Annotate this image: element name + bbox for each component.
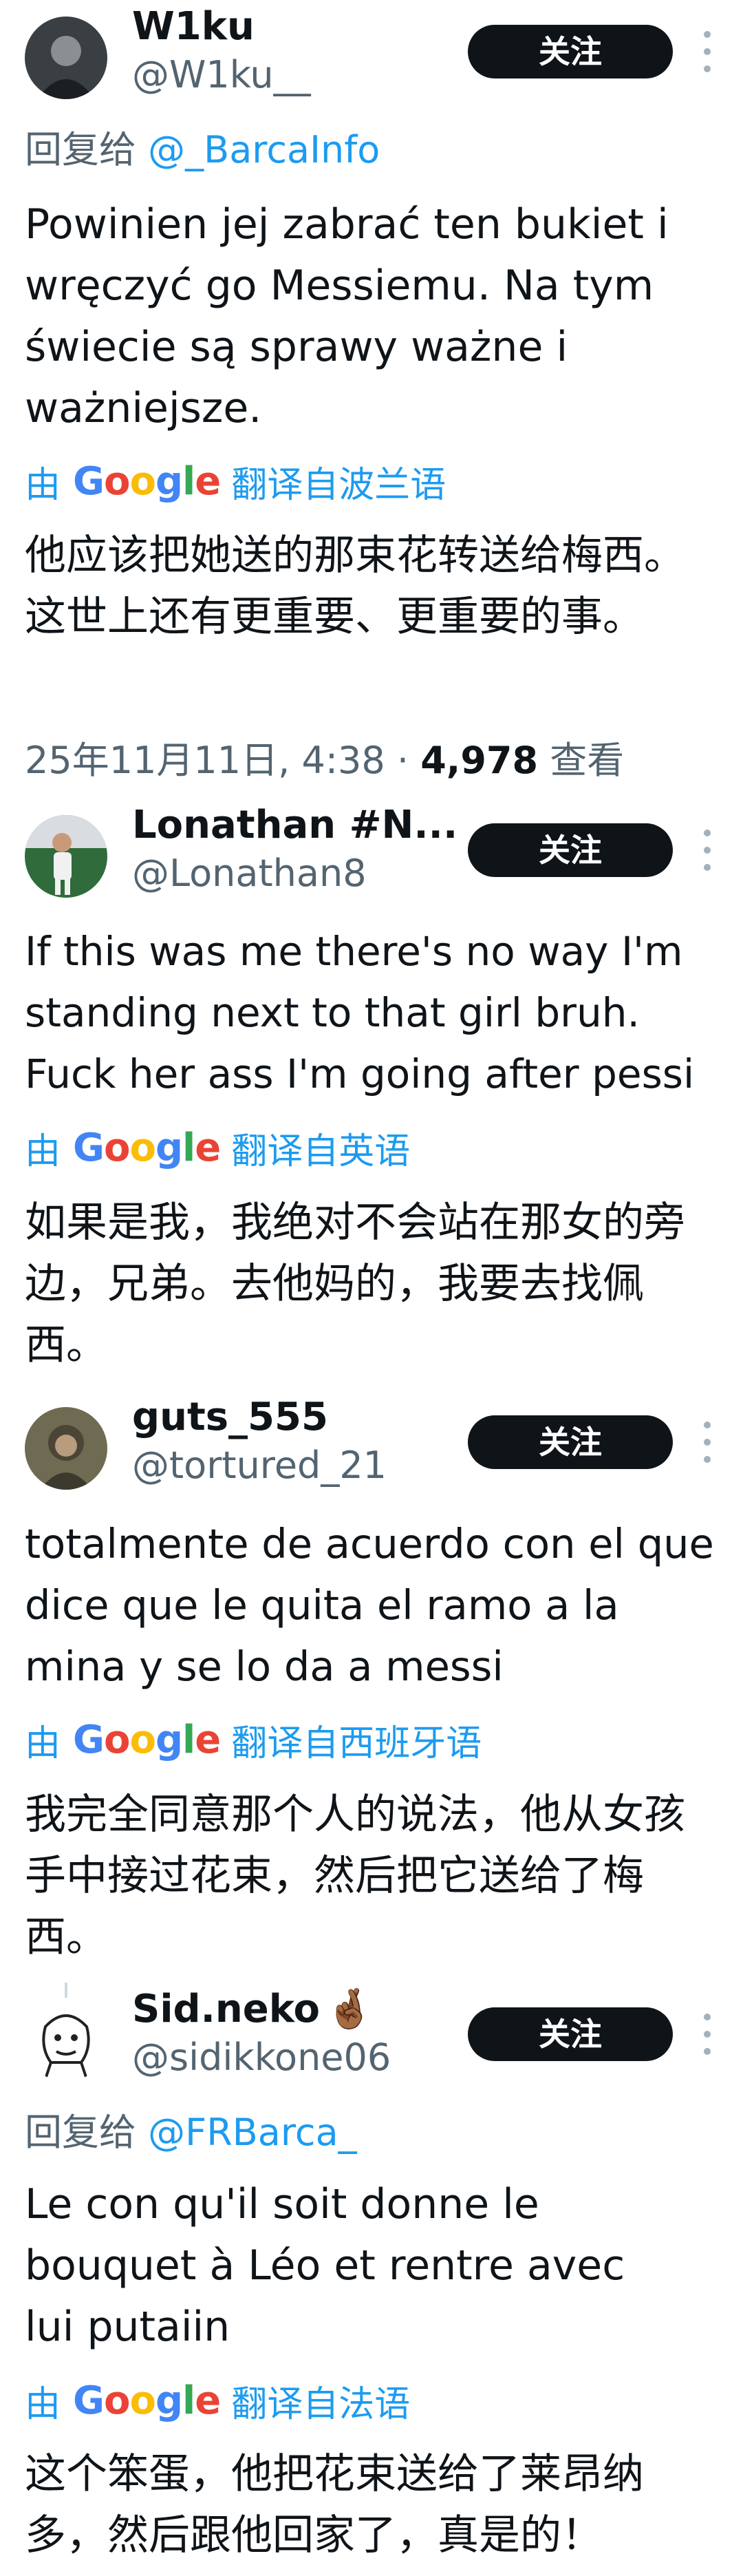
- tweet-guts555[interactable]: guts_555 @tortured_21 关注 totalmente de a…: [0, 1391, 743, 1983]
- meta-separator: ·: [385, 739, 421, 782]
- translated-from-label[interactable]: 翻译自法语: [231, 2375, 410, 2427]
- translated-text: 这个笨蛋，他把花束送给了莱昂纳多，然后跟他回家了，真是的！: [25, 2450, 644, 2559]
- tweet-lonathan[interactable]: Lonathan #N... @Lonathan8 关注 If this was…: [0, 799, 743, 1391]
- display-name[interactable]: guts_555: [132, 1393, 328, 1442]
- tweet-text: Powinien jej zabrać ten bukiet i wręczyć…: [25, 200, 669, 432]
- user-handle[interactable]: @Lonathan8: [132, 851, 367, 896]
- translation-attribution: 由 Google 翻译自波兰语: [25, 456, 446, 507]
- translated-text: 他应该把她送的那束花转送给梅西。这世上还有更重要、更重要的事。: [25, 531, 685, 641]
- follow-button[interactable]: 关注: [468, 823, 673, 877]
- google-logo: Google: [73, 1125, 221, 1170]
- google-logo: Google: [73, 2378, 221, 2423]
- more-vertical-icon[interactable]: [699, 830, 715, 871]
- translation-attribution: 由 Google 翻译自法语: [25, 2376, 410, 2425]
- more-vertical-icon[interactable]: [699, 31, 715, 72]
- tweet-text: If this was me there's no way I'm standi…: [25, 928, 695, 1097]
- reply-prefix: 回复给: [25, 2111, 136, 2154]
- translation-attribution: 由 Google 翻译自西班牙语: [25, 1715, 482, 1764]
- avatar[interactable]: [25, 1407, 107, 1490]
- display-name[interactable]: Lonathan #N...: [132, 801, 457, 849]
- translated-from-label[interactable]: 翻译自西班牙语: [231, 1714, 482, 1766]
- tweet-text: totalmente de acuerdo con el que dice qu…: [25, 1520, 714, 1690]
- user-handle[interactable]: @W1ku__: [132, 52, 311, 98]
- more-vertical-icon[interactable]: [699, 2014, 715, 2055]
- avatar[interactable]: [25, 1999, 107, 2082]
- more-vertical-icon[interactable]: [699, 1422, 715, 1463]
- translated-by-label: 由: [25, 464, 61, 506]
- user-handle[interactable]: @sidikkone06: [132, 2035, 391, 2080]
- user-handle[interactable]: @tortured_21: [132, 1443, 387, 1488]
- follow-button[interactable]: 关注: [468, 25, 673, 78]
- tweet-meta: 25年11月11日, 4:38 · 4,978 查看: [25, 737, 624, 785]
- tweet-w1ku[interactable]: W1ku @W1ku__ 关注 回复给 @_BarcaInfo Powinien…: [0, 0, 743, 799]
- reply-prefix: 回复给: [25, 128, 136, 171]
- google-logo: Google: [73, 458, 221, 504]
- google-logo: Google: [73, 1717, 221, 1762]
- translated-by-label: 由: [25, 1130, 61, 1172]
- avatar[interactable]: [25, 17, 107, 99]
- display-name[interactable]: W1ku: [132, 3, 255, 51]
- follow-button[interactable]: 关注: [468, 2007, 673, 2061]
- views-label: 查看: [550, 739, 625, 782]
- translation-attribution: 由 Google 翻译自英语: [25, 1123, 410, 1172]
- translated-by-label: 由: [25, 1722, 61, 1764]
- translated-from-label[interactable]: 翻译自英语: [231, 1122, 410, 1174]
- follow-button[interactable]: 关注: [468, 1415, 673, 1469]
- translated-text: 我完全同意那个人的说法，他从女孩手中接过花束，然后把它送给了梅西。: [25, 1791, 685, 1961]
- thread-line: [65, 1983, 67, 1998]
- reply-to: 回复给 @_BarcaInfo: [25, 127, 380, 173]
- tweet-text: Le con qu'il soit donne le bouquet à Léo…: [25, 2180, 625, 2351]
- reply-mention-link[interactable]: @_BarcaInfo: [148, 128, 380, 171]
- views-count: 4,978: [420, 739, 539, 782]
- crossed-fingers-emoji: 🤞🏾: [325, 1987, 374, 2031]
- translated-by-label: 由: [25, 2383, 61, 2425]
- display-name[interactable]: Sid.neko 🤞🏾: [132, 1985, 374, 2034]
- timestamp[interactable]: 25年11月11日, 4:38: [25, 739, 385, 782]
- translated-text: 如果是我，我绝对不会站在那女的旁边，兄弟。去他妈的，我要去找佩西。: [25, 1199, 685, 1369]
- reply-to: 回复给 @FRBarca_: [25, 2109, 357, 2156]
- avatar[interactable]: [25, 815, 107, 898]
- translated-from-label[interactable]: 翻译自波兰语: [231, 456, 446, 507]
- reply-mention-link[interactable]: @FRBarca_: [148, 2111, 357, 2154]
- tweet-sidneko[interactable]: Sid.neko 🤞🏾 @sidikkone06 关注 回复给 @FRBarca_…: [0, 1983, 743, 2576]
- display-name-text: Sid.neko: [132, 1987, 320, 2031]
